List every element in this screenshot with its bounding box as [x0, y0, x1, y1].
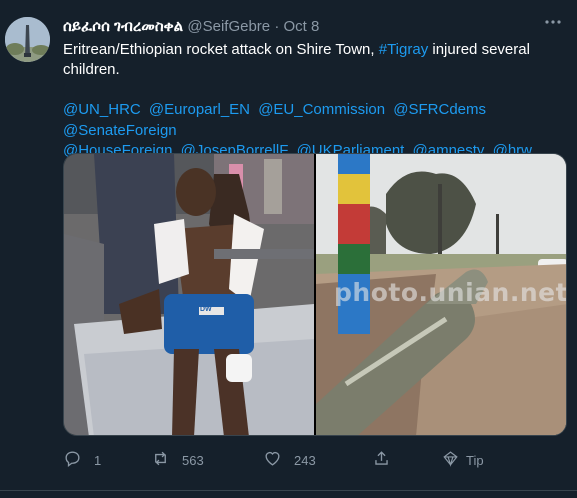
retweet-icon	[151, 449, 170, 471]
tweet-header: ሰይፈሶሰ ገብረመስቀል @SeifGebre · Oct 8	[63, 18, 557, 38]
tweet[interactable]: ሰይፈሶሰ ገብረመስቀል @SeifGebre · Oct 8 Eritrea…	[0, 0, 577, 497]
hashtag-link[interactable]: #Tigray	[379, 41, 428, 58]
author-handle[interactable]: @SeifGebre	[187, 18, 270, 35]
separator-dot: ·	[274, 18, 280, 35]
mention-link[interactable]: @Europarl_EN	[149, 101, 250, 118]
author-avatar[interactable]	[5, 17, 50, 62]
tweet-media[interactable]: DW photo.unian.net	[63, 153, 567, 436]
share-icon	[372, 449, 391, 471]
reply-button[interactable]: 1	[63, 448, 101, 472]
tip-label: Tip	[466, 452, 484, 468]
tip-button[interactable]: Tip	[441, 448, 484, 472]
retweet-button[interactable]: 563	[151, 448, 204, 472]
tweet-text-part: Eritrean/Ethiopian rocket attack on Shir…	[63, 41, 379, 58]
shirt-logo: DW	[200, 306, 212, 313]
author-name[interactable]: ሰይፈሶሰ ገብረመስቀል	[63, 18, 183, 35]
mention-link[interactable]: @EU_Commission	[258, 101, 385, 118]
like-button[interactable]: 243	[263, 448, 316, 472]
tweet-text: Eritrean/Ethiopian rocket attack on Shir…	[63, 40, 553, 80]
media-photo-rocket[interactable]: photo.unian.net	[316, 154, 567, 435]
reply-icon	[63, 449, 82, 471]
share-button[interactable]	[372, 448, 391, 472]
reply-count: 1	[94, 452, 102, 468]
mention-link[interactable]: @SenateForeign	[63, 122, 177, 139]
mention-link[interactable]: @SFRCdems	[393, 101, 486, 118]
more-options-icon[interactable]	[543, 14, 563, 30]
media-photo-injured-child[interactable]: DW	[64, 154, 314, 435]
media-watermark: photo.unian.net	[334, 278, 567, 307]
retweet-count: 563	[182, 452, 204, 468]
tweet-actions: 1 563 243 Tip	[63, 448, 563, 472]
tweet-date[interactable]: Oct 8	[283, 18, 319, 35]
like-count: 243	[294, 452, 316, 468]
tip-icon	[441, 449, 460, 471]
mention-link[interactable]: @UN_HRC	[63, 101, 141, 118]
heart-icon	[263, 449, 282, 471]
